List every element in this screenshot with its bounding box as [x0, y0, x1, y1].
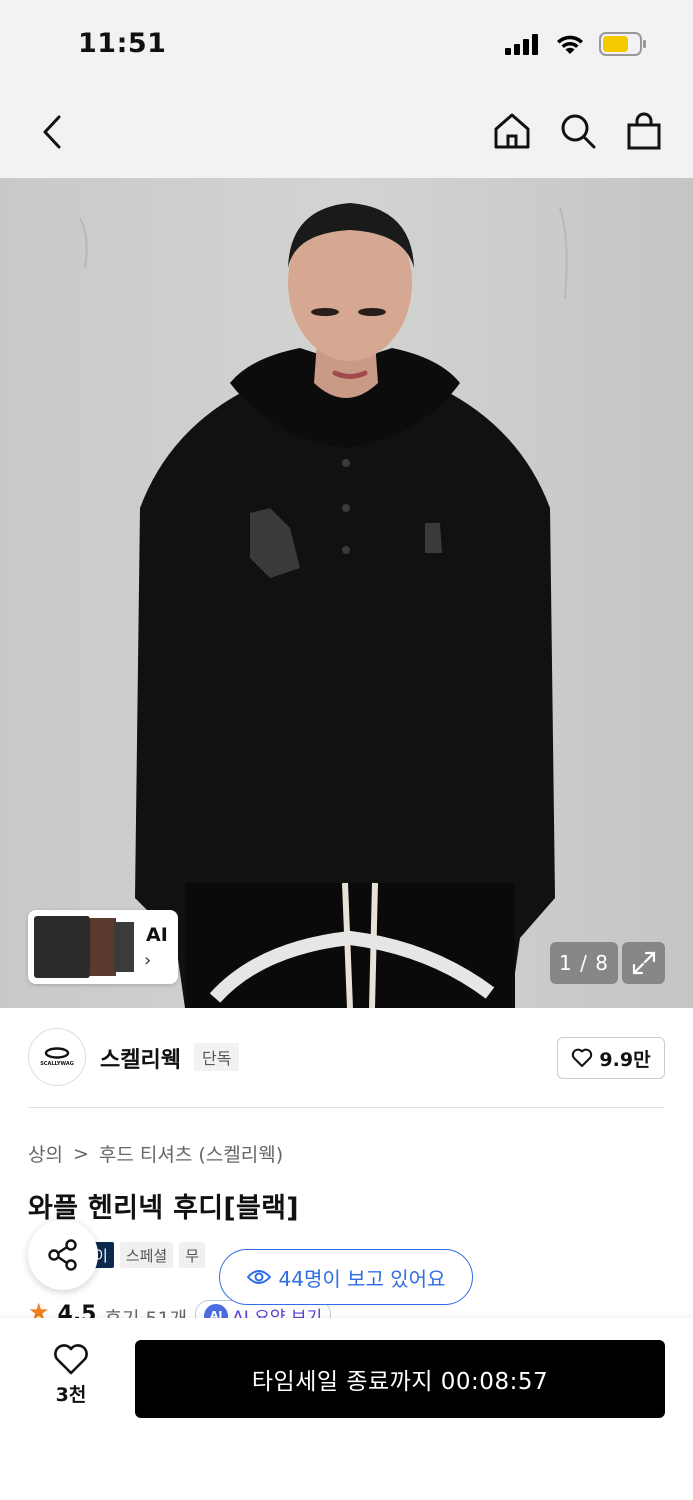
nav-actions	[493, 110, 663, 152]
signal-icon	[505, 34, 538, 55]
breadcrumb: 상의 > 후드 티셔츠 (스켈리웩)	[28, 1140, 283, 1167]
brand-like-count: 9.9만	[599, 1048, 651, 1071]
brand-like-button[interactable]: 9.9만	[557, 1037, 665, 1079]
nav-bar	[0, 92, 693, 178]
wifi-icon	[557, 35, 583, 54]
tag: 무	[179, 1242, 206, 1268]
brand-logo-text: SCALLYWAG	[40, 1061, 74, 1067]
expand-icon	[632, 951, 655, 975]
home-button[interactable]	[493, 110, 531, 152]
eye-icon	[246, 1270, 271, 1284]
search-button[interactable]	[559, 110, 597, 152]
product-image-carousel[interactable]: AI › 1 / 8	[0, 178, 693, 1008]
star-icon: ★	[28, 1298, 50, 1320]
exclusive-badge: 단독	[194, 1043, 240, 1071]
brand-name[interactable]: 스켈리웩	[100, 1042, 181, 1074]
bottom-purchase-bar: 3천 타임세일 종료까지 00:08:57	[0, 1318, 693, 1500]
status-bar: 11:51	[0, 0, 693, 92]
thumb-image-2	[90, 918, 116, 976]
wishlist-count: 3천	[55, 1384, 87, 1406]
breadcrumb-separator: >	[72, 1142, 89, 1165]
product-photo	[0, 178, 693, 1008]
breadcrumb-subcategory[interactable]: 후드 티셔츠 (스켈리웩)	[99, 1140, 283, 1167]
ai-thumb-label: AI	[146, 924, 168, 946]
cart-button[interactable]	[625, 110, 663, 152]
breadcrumb-category[interactable]: 상의	[28, 1140, 63, 1167]
heart-icon	[54, 1344, 88, 1375]
shopping-bag-icon	[627, 112, 661, 150]
chevron-left-icon	[43, 115, 61, 149]
live-viewers-pill: 44명이 보고 있어요	[219, 1249, 473, 1305]
wishlist-button[interactable]: 3천	[42, 1344, 100, 1414]
buy-button[interactable]: 타임세일 종료까지 00:08:57	[135, 1340, 665, 1418]
search-icon	[561, 114, 596, 149]
status-icons	[505, 32, 647, 56]
heart-icon	[572, 1048, 593, 1067]
thumb-image-1	[34, 916, 90, 978]
brand-logo[interactable]: SCALLYWAG	[28, 1028, 86, 1086]
thumb-image-3	[114, 922, 134, 972]
share-icon	[48, 1239, 77, 1271]
back-button[interactable]	[34, 112, 70, 152]
tag: 스페셜	[119, 1242, 174, 1268]
brand-row: SCALLYWAG 스켈리웩 단독 9.9만	[28, 1028, 665, 1088]
brand-logo-mark	[44, 1047, 70, 1059]
divider	[28, 1107, 665, 1108]
product-title: 와플 헨리넥 후디[블랙]	[28, 1193, 299, 1224]
expand-image-button[interactable]	[622, 942, 665, 984]
share-button[interactable]	[28, 1220, 98, 1290]
image-page-counter: 1 / 8	[550, 942, 618, 984]
live-viewers-text: 44명이 보고 있어요	[278, 1266, 446, 1291]
home-icon	[494, 113, 530, 149]
ai-style-thumbnail[interactable]: AI ›	[28, 910, 178, 984]
status-time: 11:51	[78, 28, 167, 59]
battery-icon	[599, 32, 646, 56]
chevron-right-icon: ›	[144, 950, 152, 971]
